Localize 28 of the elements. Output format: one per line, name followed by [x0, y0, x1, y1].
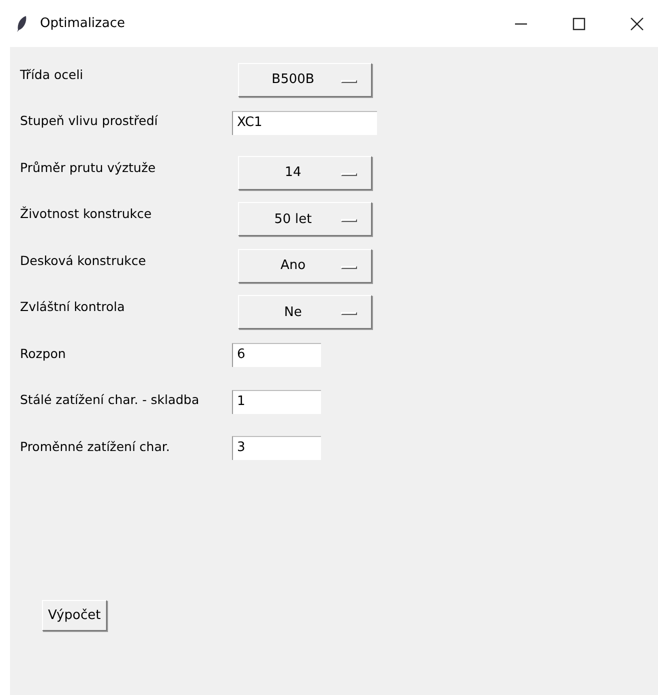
input-field[interactable]: 3 [232, 436, 321, 460]
menu-indicator-icon [341, 172, 357, 176]
maximize-icon[interactable] [572, 16, 586, 30]
menu-indicator-icon [341, 80, 357, 83]
field-label: Zvláštní kontrola [20, 299, 126, 314]
calculate-button[interactable]: Výpočet [42, 600, 107, 630]
field-label: Proměnné zatížení char. [20, 438, 171, 454]
input-field[interactable]: 1 [232, 390, 321, 414]
close-icon[interactable] [630, 16, 644, 30]
option-menu[interactable]: 50 let [238, 202, 372, 236]
option-menu[interactable]: Ne [238, 295, 372, 330]
option-menu[interactable]: 14 [238, 156, 372, 190]
window-title: Optimalizace [40, 16, 125, 31]
option-menu[interactable]: B500B [238, 62, 372, 97]
field-label: Průměr prutu výztuže [20, 160, 157, 175]
field-label: Desková konstrukce [20, 252, 147, 268]
option-menu[interactable]: Ano [238, 248, 372, 283]
field-label: Stálé zatížení char. - skladba [20, 392, 200, 408]
menu-indicator-icon [341, 312, 357, 316]
input-field[interactable]: 6 [232, 343, 321, 368]
feather-icon [16, 14, 28, 32]
menu-indicator-icon [341, 266, 357, 269]
field-label: Stupeň vlivu prostředí [20, 113, 159, 128]
field-label: Rozpon [20, 346, 67, 361]
field-label: Životnost konstrukce [20, 206, 153, 222]
field-label: Třída oceli [20, 66, 84, 82]
menu-indicator-icon [341, 219, 357, 222]
input-field[interactable]: XC1 [232, 110, 377, 135]
